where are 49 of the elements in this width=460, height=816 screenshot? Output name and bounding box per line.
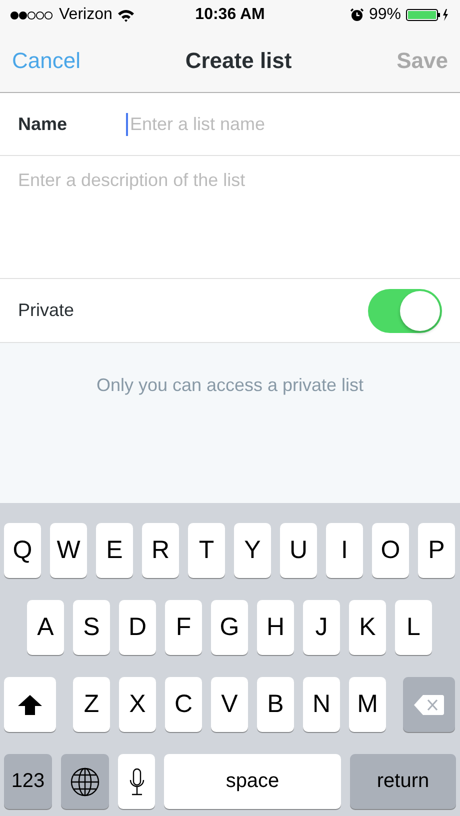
private-label: Private bbox=[18, 300, 76, 321]
microphone-key[interactable] bbox=[118, 754, 155, 809]
key[interactable]: H bbox=[257, 600, 294, 655]
key[interactable]: E bbox=[96, 523, 133, 578]
key[interactable]: W bbox=[50, 523, 87, 578]
key[interactable]: O bbox=[372, 523, 409, 578]
clock: 10:36 AM bbox=[195, 6, 265, 24]
battery-percent: 99% bbox=[368, 6, 401, 24]
space-key[interactable]: space bbox=[164, 754, 341, 809]
name-label: Name bbox=[18, 114, 68, 134]
globe-icon bbox=[70, 766, 100, 796]
numbers-key[interactable]: 123 bbox=[4, 754, 52, 809]
key[interactable]: A bbox=[27, 600, 64, 655]
key[interactable]: Y bbox=[234, 523, 271, 578]
signal-icon bbox=[10, 10, 54, 20]
microphone-icon bbox=[128, 768, 144, 796]
shift-key[interactable] bbox=[4, 677, 56, 732]
delete-icon bbox=[413, 694, 445, 716]
key[interactable]: L bbox=[395, 600, 432, 655]
key[interactable]: X bbox=[119, 677, 156, 732]
key[interactable]: R bbox=[142, 523, 179, 578]
key[interactable]: V bbox=[211, 677, 248, 732]
key[interactable]: T bbox=[188, 523, 225, 578]
key[interactable]: U bbox=[280, 523, 317, 578]
shift-icon bbox=[17, 694, 43, 716]
name-field[interactable]: Enter a list name bbox=[126, 112, 442, 136]
key[interactable]: K bbox=[349, 600, 386, 655]
globe-key[interactable] bbox=[61, 754, 109, 809]
key[interactable]: P bbox=[418, 523, 455, 578]
private-toggle[interactable] bbox=[368, 288, 442, 332]
key[interactable]: F bbox=[165, 600, 202, 655]
key[interactable]: N bbox=[303, 677, 340, 732]
key[interactable]: G bbox=[211, 600, 248, 655]
carrier: Verizon bbox=[59, 6, 112, 24]
key[interactable]: D bbox=[119, 600, 156, 655]
key[interactable]: M bbox=[349, 677, 386, 732]
key[interactable]: S bbox=[73, 600, 110, 655]
private-note: Only you can access a private list bbox=[96, 375, 364, 397]
key[interactable]: B bbox=[257, 677, 294, 732]
key[interactable]: Q bbox=[4, 523, 41, 578]
wifi-icon bbox=[117, 8, 136, 22]
key[interactable]: I bbox=[326, 523, 363, 578]
alarm-icon bbox=[350, 8, 364, 22]
key[interactable]: C bbox=[165, 677, 202, 732]
key[interactable]: Z bbox=[73, 677, 110, 732]
return-key[interactable]: return bbox=[350, 754, 456, 809]
key[interactable]: J bbox=[303, 600, 340, 655]
battery-icon bbox=[406, 8, 450, 22]
screen-title: Create list bbox=[185, 48, 292, 74]
